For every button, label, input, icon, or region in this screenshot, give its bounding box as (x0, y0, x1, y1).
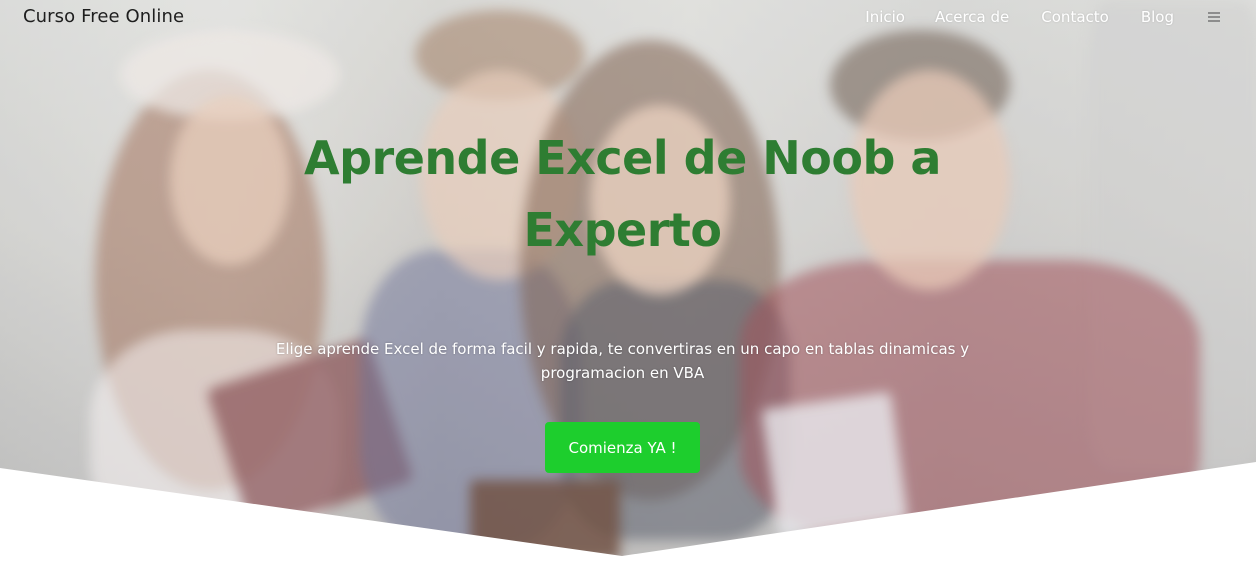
hero-section: Curso Free Online Inicio Acerca de Conta… (0, 0, 1256, 567)
nav-menu: Inicio Acerca de Contacto Blog (865, 8, 1256, 26)
hero-subtitle-line-2: programacion en VBA (540, 364, 705, 382)
hero-title-line-2: Experto (523, 203, 723, 257)
hero-subtitle: Elige aprende Excel de forma facil y rap… (240, 337, 1005, 385)
nav-link-blog[interactable]: Blog (1141, 8, 1174, 26)
nav-link-acerca-de[interactable]: Acerca de (935, 8, 1009, 26)
hero-title: Aprende Excel de Noob a Experto (240, 122, 1005, 266)
hero-title-line-1: Aprende Excel de Noob a (304, 131, 941, 185)
comienza-ya-button[interactable]: Comienza YA ! (545, 422, 700, 473)
hero-subtitle-line-1: Elige aprende Excel de forma facil y rap… (275, 340, 970, 358)
top-navbar: Curso Free Online Inicio Acerca de Conta… (0, 0, 1256, 36)
nav-link-inicio[interactable]: Inicio (865, 8, 905, 26)
hero-bottom-wedge (0, 462, 1256, 567)
brand-logo-link[interactable]: Curso Free Online (23, 6, 184, 27)
nav-link-contacto[interactable]: Contacto (1041, 8, 1109, 26)
hamburger-menu-icon[interactable] (1208, 12, 1220, 22)
